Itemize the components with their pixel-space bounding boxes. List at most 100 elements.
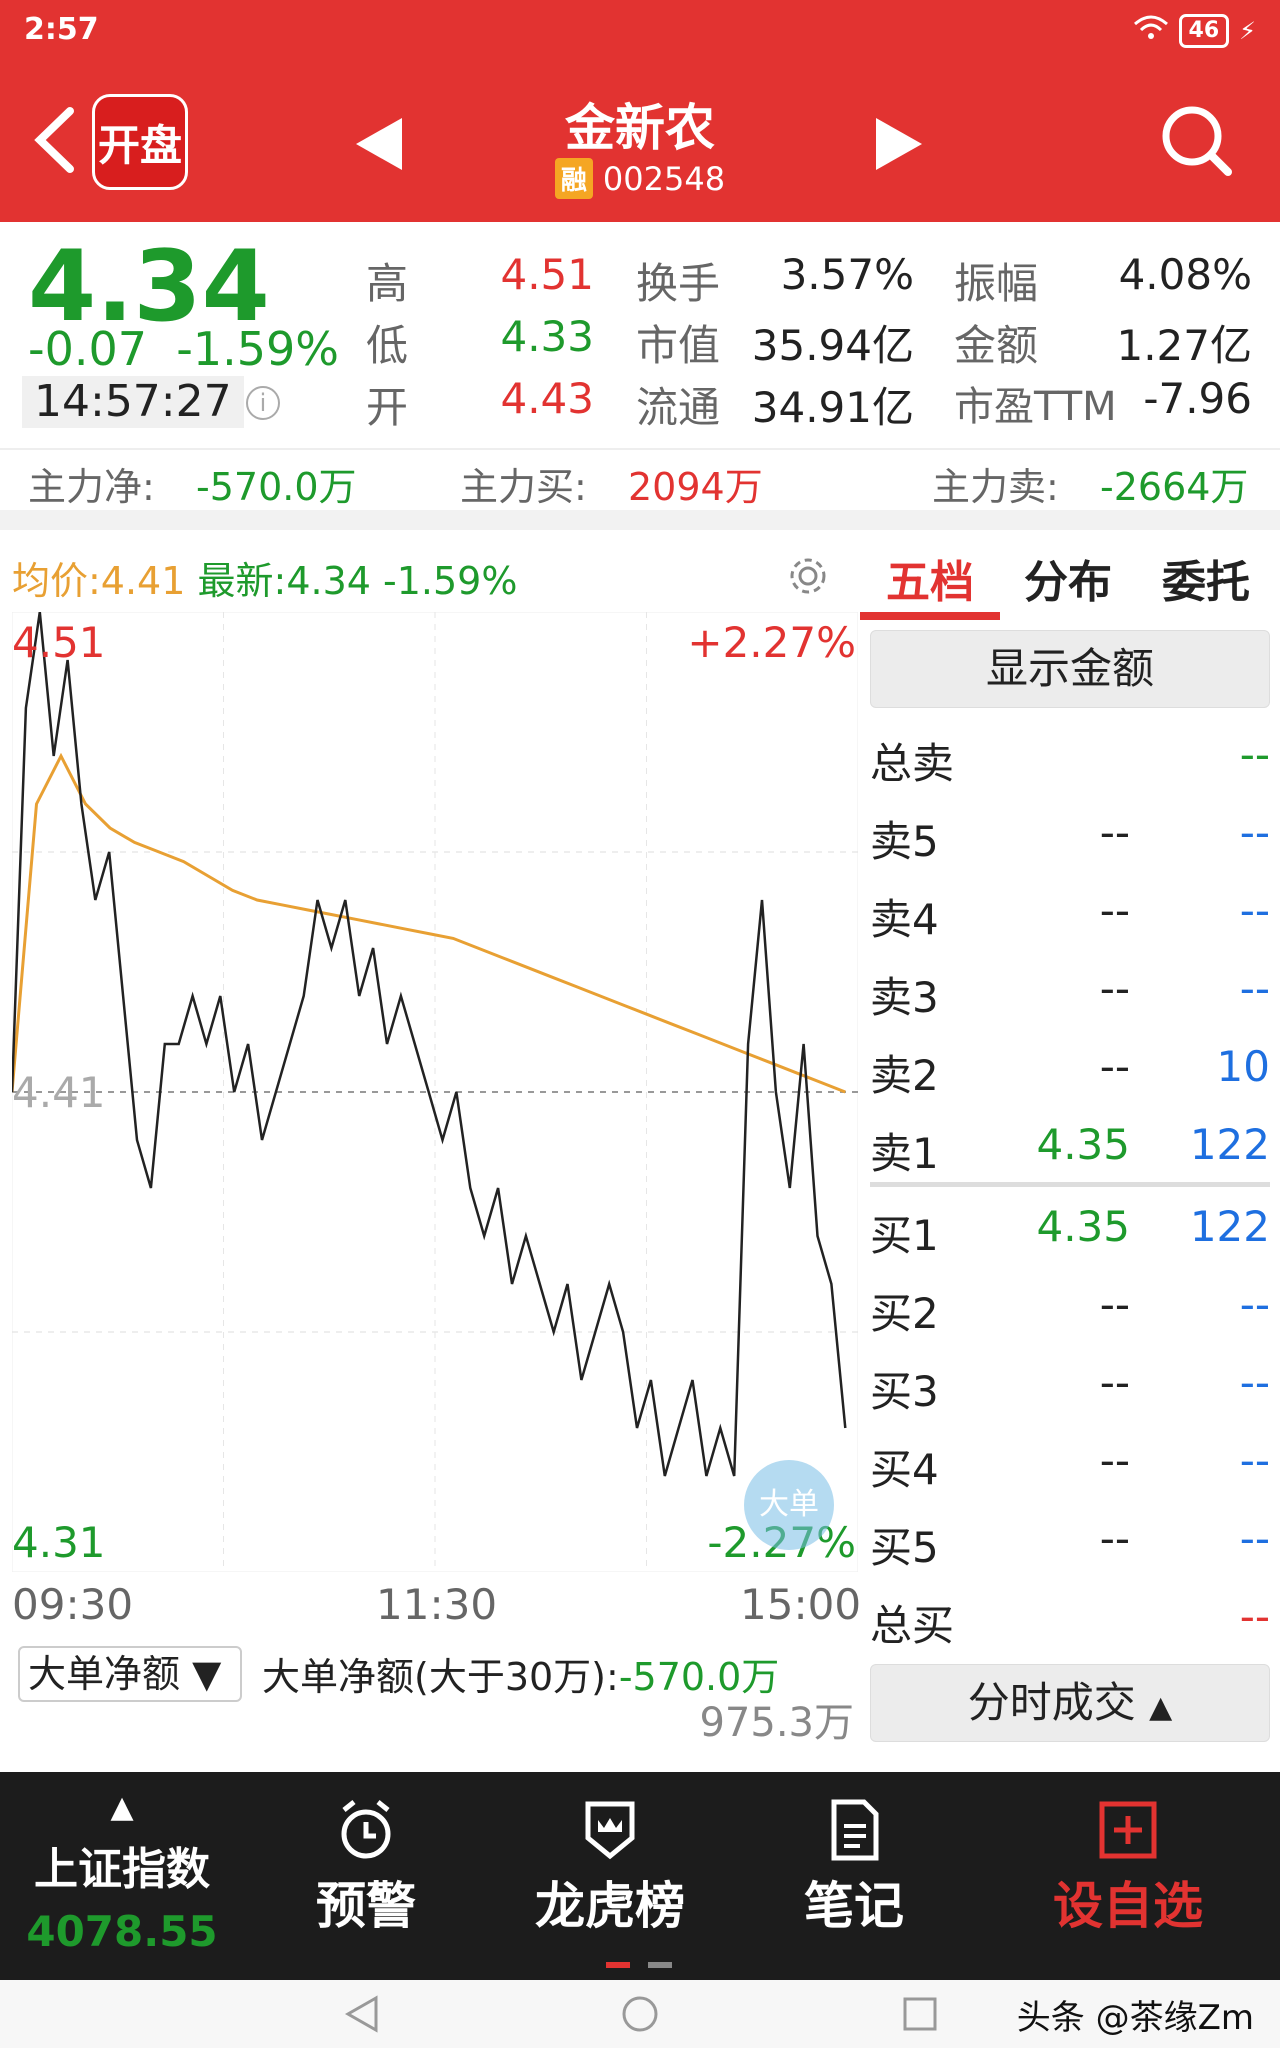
buy-label: 主力买: xyxy=(460,465,587,509)
main-capital-flow: 主力净: -570.0万 主力买: 2094万 主力卖: -2664万 xyxy=(0,448,1280,510)
x-tick-0: 09:30 xyxy=(12,1580,134,1629)
chart-settings-button[interactable] xyxy=(786,554,830,598)
sell-level-row[interactable]: 卖3 -- -- xyxy=(870,952,1270,1030)
status-time: 2:57 xyxy=(24,12,99,47)
prev-stock-arrow-icon[interactable] xyxy=(356,118,402,170)
big-order-badge[interactable]: 大单 xyxy=(744,1460,834,1550)
stock-code: 002548 xyxy=(602,159,726,198)
watermark-text: 头条 @茶缘Zm xyxy=(1016,1998,1254,2038)
section-divider xyxy=(0,510,1280,530)
price-change: -0.07 -1.59% xyxy=(28,322,340,376)
stat-value: 34.91亿 xyxy=(751,383,914,432)
sell-level-row[interactable]: 卖4 -- -- xyxy=(870,874,1270,952)
latest-price: 最新:4.34 xyxy=(197,559,371,603)
stat-value: 3.57% xyxy=(780,250,914,299)
chart-caption: 均价:4.41 最新:4.34 -1.59% xyxy=(12,550,517,605)
recents-square-icon[interactable] xyxy=(900,1994,940,2034)
sell-level-row[interactable]: 卖5 -- -- xyxy=(870,796,1270,874)
net-value: -570.0万 xyxy=(196,465,357,509)
time-sales-button[interactable]: 分时成交 ▲ xyxy=(870,1664,1270,1742)
stat-label: 流通 xyxy=(636,383,721,432)
buy-level-row[interactable]: 买4 -- -- xyxy=(870,1424,1270,1502)
sell-level-row[interactable]: 卖2 -- 10 xyxy=(870,1030,1270,1108)
sell-level-row[interactable]: 卖1 4.35 122 xyxy=(870,1108,1270,1186)
caret-up-icon: ▲ xyxy=(110,1790,134,1825)
y-label-top: 4.51 xyxy=(12,618,106,667)
stat-value: -7.96 xyxy=(1143,374,1252,423)
battery-indicator: 46 xyxy=(1178,14,1230,48)
total-sell-row: 总卖 -- xyxy=(870,730,1270,788)
wifi-icon xyxy=(1133,14,1169,48)
info-icon[interactable]: i xyxy=(246,386,280,420)
bottom-toolbar: ▲ 上证指数 4078.55 预警 龙虎榜 笔记 设自选 xyxy=(0,1772,1280,1980)
sub-chart-scale: 975.3万 xyxy=(699,1700,854,1746)
stat-label: 低 xyxy=(366,321,409,370)
caret-down-icon: ▼ xyxy=(192,1652,222,1696)
latest-pct: -1.59% xyxy=(383,559,518,603)
gear-icon xyxy=(790,558,826,594)
home-circle-icon[interactable] xyxy=(620,1994,660,2034)
plus-box-icon xyxy=(1099,1801,1157,1859)
buy-level-row[interactable]: 买1 4.35 122 xyxy=(870,1190,1270,1268)
app-header: 2:57 46 ⚡ 开盘 金新农 融 002548 xyxy=(0,0,1280,222)
stat-value: 4.43 xyxy=(500,374,594,423)
net-label: 主力净: xyxy=(28,465,155,509)
sub-chart-selector[interactable]: 大单净额 ▼ xyxy=(18,1646,242,1702)
stat-value: 4.51 xyxy=(500,250,594,299)
total-buy-row: 总买 -- xyxy=(870,1592,1270,1650)
shield-crown-icon xyxy=(585,1801,635,1860)
document-icon xyxy=(831,1799,879,1861)
stat-label: 开 xyxy=(366,383,409,432)
buy-level-row[interactable]: 买5 -- -- xyxy=(870,1502,1270,1580)
index-value: 4078.55 xyxy=(26,1907,218,1956)
kaipan-logo[interactable]: 开盘 xyxy=(92,94,188,190)
page-indicator-active xyxy=(606,1962,630,1968)
buy-value: 2094万 xyxy=(628,465,763,509)
next-stock-arrow-icon[interactable] xyxy=(876,118,922,170)
intraday-chart-area: 均价:4.41 最新:4.34 -1.59% 4.51 4.41 4.31 +2… xyxy=(0,530,862,1772)
y-pct-top: +2.27% xyxy=(687,618,856,667)
tab-distribution[interactable]: 分布 xyxy=(1024,546,1112,610)
chevron-left-icon xyxy=(34,107,74,173)
tab-orders[interactable]: 委托 xyxy=(1162,546,1250,610)
margin-badge: 融 xyxy=(554,158,593,199)
stat-label: 市值 xyxy=(636,321,721,370)
stock-name: 金新农 xyxy=(565,99,715,157)
buy-level-row[interactable]: 买2 -- -- xyxy=(870,1268,1270,1346)
buy-level-row[interactable]: 买3 -- -- xyxy=(870,1346,1270,1424)
tab-five-level[interactable]: 五档 xyxy=(886,546,974,610)
stat-value: 35.94亿 xyxy=(751,321,914,370)
sell-value: -2664万 xyxy=(1100,465,1249,509)
system-navigation-bar: 头条 @茶缘Zm xyxy=(0,1980,1280,2048)
stat-label: 金额 xyxy=(954,321,1039,370)
caret-up-icon: ▲ xyxy=(1149,1690,1173,1725)
alert-button[interactable]: 预警 xyxy=(244,1772,488,1980)
notes-button[interactable]: 笔记 xyxy=(732,1772,976,1980)
x-tick-2: 15:00 xyxy=(740,1580,862,1629)
sell-label: 主力卖: xyxy=(932,465,1059,509)
stat-value: 1.27亿 xyxy=(1116,321,1252,370)
status-icons: 46 ⚡ xyxy=(1133,14,1256,48)
page-indicator xyxy=(648,1962,672,1968)
quote-time: 14:57:27 xyxy=(22,376,244,428)
quote-section: 4.34 -0.07 -1.59% 14:57:27 i 高 4.51 低 4.… xyxy=(0,222,1280,448)
stock-code-row: 融 002548 xyxy=(440,158,840,199)
stat-label: 振幅 xyxy=(954,259,1039,308)
intraday-chart[interactable] xyxy=(12,612,858,1572)
back-triangle-icon[interactable] xyxy=(344,1994,380,2034)
charging-icon: ⚡ xyxy=(1239,17,1256,45)
order-book-divider xyxy=(870,1182,1270,1187)
add-watchlist-button[interactable]: 设自选 xyxy=(976,1772,1280,1980)
back-button[interactable] xyxy=(30,105,78,175)
x-tick-1: 11:30 xyxy=(376,1580,498,1629)
search-button[interactable] xyxy=(1160,102,1232,178)
dragon-tiger-button[interactable]: 龙虎榜 xyxy=(488,1772,732,1980)
show-amount-button[interactable]: 显示金额 xyxy=(870,630,1270,708)
stat-value: 4.08% xyxy=(1118,250,1252,299)
search-icon xyxy=(1162,106,1232,176)
alarm-clock-icon xyxy=(341,1800,391,1859)
active-tab-indicator xyxy=(860,612,1000,620)
index-name: 上证指数 xyxy=(34,1844,210,1895)
stat-label: 高 xyxy=(366,259,409,308)
index-ticker-button[interactable]: ▲ 上证指数 4078.55 xyxy=(0,1772,244,1980)
